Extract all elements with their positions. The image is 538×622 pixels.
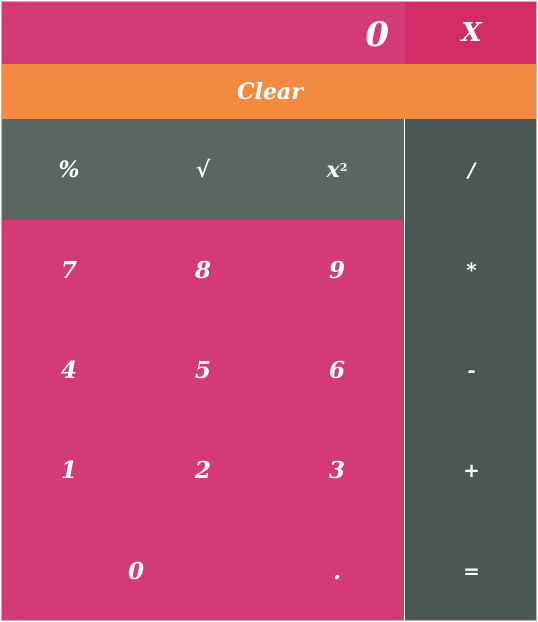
square-button[interactable]: x2 [270, 119, 404, 220]
decimal-button[interactable]: . [270, 520, 404, 620]
digit-2-button[interactable]: 2 [136, 420, 270, 520]
digit-3-button[interactable]: 3 [270, 420, 404, 520]
clear-button[interactable]: Clear [2, 64, 536, 119]
digit-1-button[interactable]: 1 [2, 420, 136, 520]
multiply-button[interactable]: * [405, 220, 536, 320]
square-base: x [326, 156, 340, 183]
subtract-button[interactable]: - [405, 320, 536, 420]
percent-button[interactable]: % [2, 119, 136, 220]
display: 0 [2, 2, 405, 64]
digit-6-button[interactable]: 6 [270, 320, 404, 420]
digit-7-button[interactable]: 7 [2, 220, 136, 320]
close-button[interactable]: X [405, 2, 536, 64]
add-button[interactable]: + [405, 420, 536, 520]
digit-0-button[interactable]: 0 [2, 520, 270, 620]
square-exponent: 2 [339, 161, 348, 174]
close-icon: X [461, 18, 482, 48]
digit-4-button[interactable]: 4 [2, 320, 136, 420]
equals-button[interactable]: = [405, 520, 536, 620]
digit-9-button[interactable]: 9 [270, 220, 404, 320]
calculator: 0 X Clear % √ x2 / * - + = 7 8 9 4 5 6 1… [1, 1, 537, 621]
divide-button[interactable]: / [405, 119, 536, 220]
digit-8-button[interactable]: 8 [136, 220, 270, 320]
sqrt-button[interactable]: √ [136, 119, 270, 220]
display-value: 0 [365, 15, 389, 55]
digit-5-button[interactable]: 5 [136, 320, 270, 420]
